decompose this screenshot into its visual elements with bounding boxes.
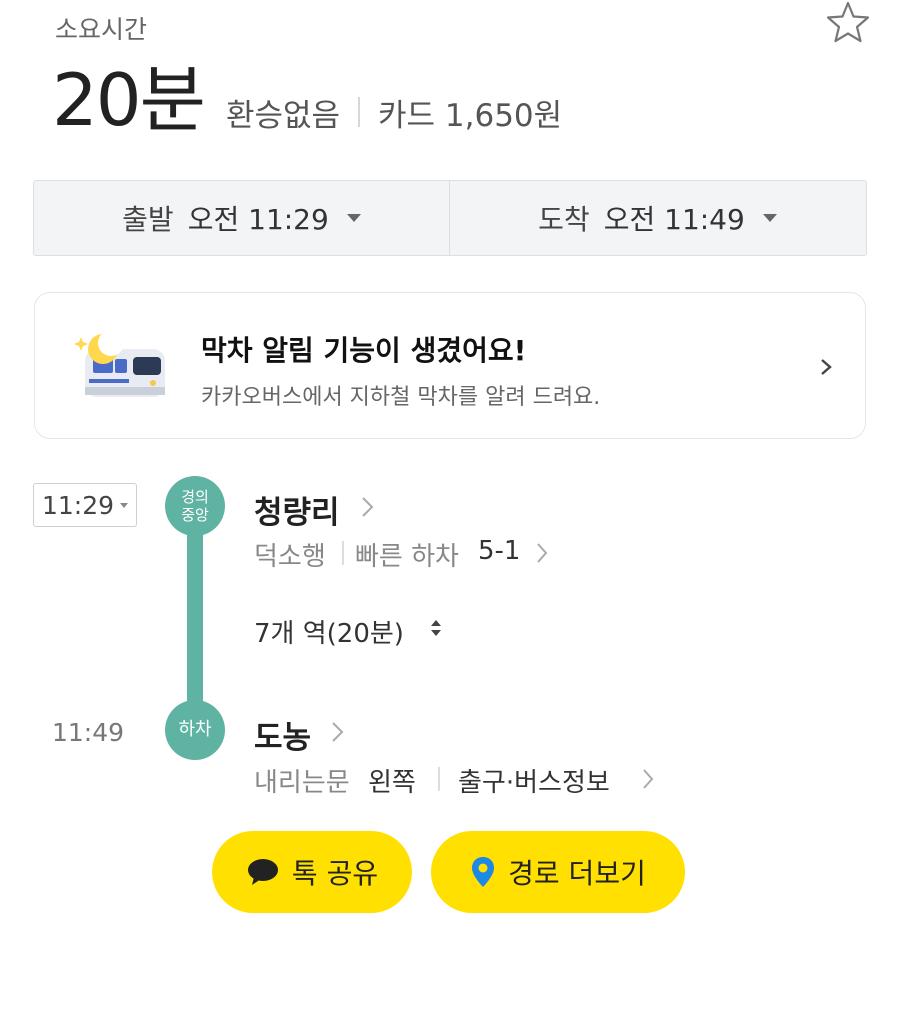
transfer-info: 환승없음 [226, 98, 341, 134]
caret-down-icon [120, 502, 129, 508]
caret-down-icon [762, 214, 777, 222]
alight-badge-label: 하차 [178, 719, 212, 740]
arrive-time-dropdown[interactable]: 도착 오전 11:49 [450, 181, 865, 255]
divider [438, 767, 440, 791]
updown-arrow-icon[interactable] [428, 614, 444, 644]
depart-time-dropdown[interactable]: 출발 오전 11:29 [34, 181, 449, 255]
arrive-time: 11:49 [52, 718, 125, 747]
fare-info: 카드 1,650원 [378, 98, 563, 134]
arrive-label: 도착 [538, 203, 590, 236]
duration-caption: 소요시간 [55, 15, 148, 44]
fast-exit-label: 빠른 하차 [355, 542, 459, 572]
more-routes-button[interactable]: 경로 더보기 [431, 831, 685, 913]
chevron-right-icon [360, 494, 376, 520]
depart-time-text: 11:29 [41, 490, 115, 520]
direction: 덕소행 [254, 542, 326, 572]
divider [342, 541, 344, 565]
chevron-right-icon [815, 353, 837, 381]
banner-subtitle: 카카오버스에서 지하철 막차를 알려 드려요. [201, 385, 601, 410]
total-duration: 20분 [52, 58, 206, 142]
moon-subway-icon [69, 330, 169, 403]
more-routes-label: 경로 더보기 [508, 857, 646, 890]
stops-summary[interactable]: 7개 역(20분) [254, 613, 404, 650]
line-badge-line1: 경의 [181, 488, 209, 506]
door-value: 왼쪽 [368, 768, 416, 798]
fast-exit-value: 5-1 [478, 536, 521, 566]
line-badge-line2: 중앙 [181, 506, 209, 524]
start-station[interactable]: 청량리 [254, 487, 340, 532]
alight-badge: 하차 [165, 700, 225, 760]
depart-time-chip[interactable]: 11:29 [33, 483, 137, 527]
time-selector: 출발 오전 11:29 도착 오전 11:49 [33, 180, 867, 256]
banner-title: 막차 알림 기능이 생겼어요! [201, 334, 527, 367]
route-line [187, 530, 203, 710]
divider [358, 97, 360, 127]
door-label: 내리는문 [254, 768, 350, 798]
end-station[interactable]: 도농 [254, 712, 311, 757]
favorite-star-icon[interactable] [824, 0, 872, 44]
chevron-right-icon [330, 719, 346, 745]
arrive-time-value: 오전 11:49 [603, 203, 745, 236]
depart-time-value: 오전 11:29 [187, 203, 329, 236]
chevron-right-icon[interactable] [535, 541, 549, 565]
caret-down-icon [346, 214, 361, 222]
chevron-right-icon [641, 767, 655, 791]
line-badge: 경의 중앙 [165, 476, 225, 536]
exit-bus-info-link[interactable]: 출구·버스정보 [458, 762, 610, 799]
last-train-alert-banner[interactable]: 막차 알림 기능이 생겼어요! 카카오버스에서 지하철 막차를 알려 드려요. [34, 292, 866, 439]
speech-bubble-icon [246, 857, 280, 887]
talk-share-button[interactable]: 톡 공유 [212, 831, 412, 913]
depart-label: 출발 [122, 203, 174, 236]
location-pin-icon [470, 855, 496, 889]
share-label: 톡 공유 [291, 857, 379, 890]
